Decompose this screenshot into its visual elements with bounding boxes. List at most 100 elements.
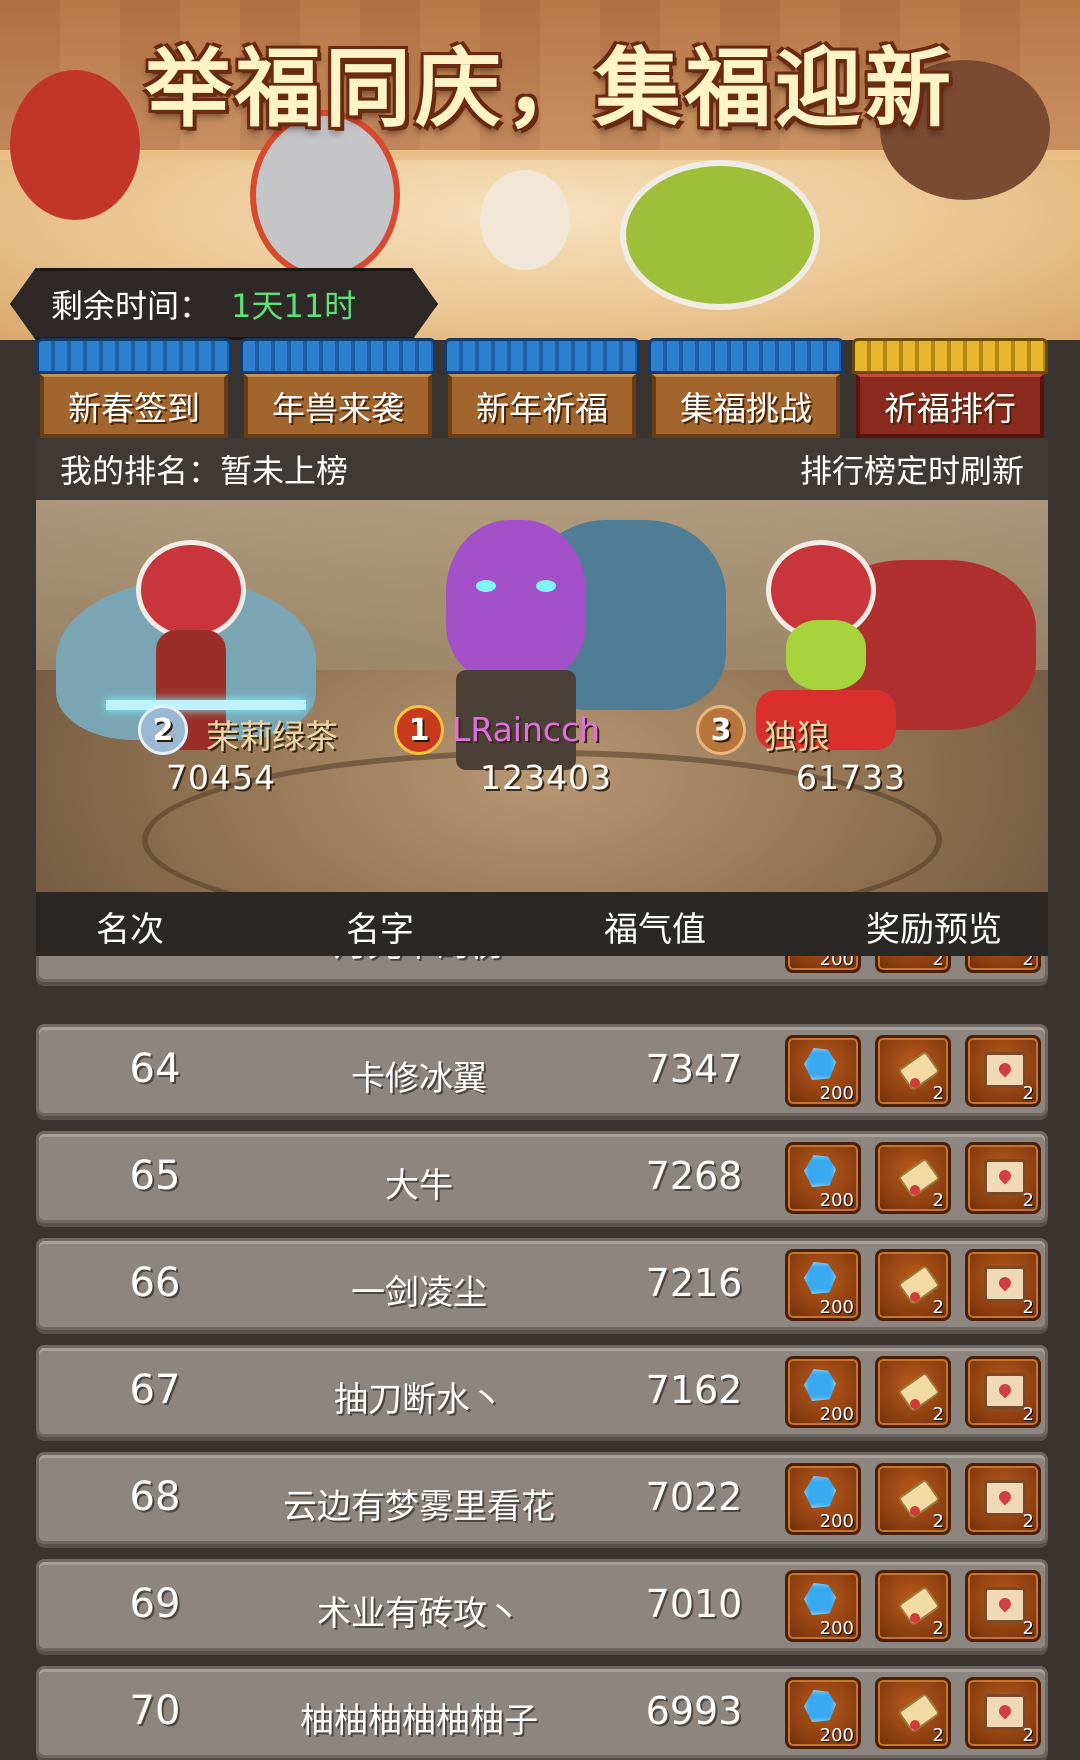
reward-map-slot[interactable]: 2 (965, 1035, 1041, 1107)
reward-count: 200 (819, 1083, 854, 1104)
reward-gem-slot[interactable]: 200 (785, 1463, 861, 1535)
row-player-name: 抽刀断水丶 (334, 1380, 504, 1420)
row-rank: 68 (129, 1474, 181, 1520)
reward-count: 2 (1022, 1083, 1034, 1104)
ranking-row: 63 月光下的伤 7387 200 2 2 (36, 956, 1048, 982)
reward-count: 200 (819, 956, 854, 970)
tab-fortune-challenge[interactable]: 集福挑战 (648, 338, 844, 438)
tab-label: 新年祈福 (448, 374, 636, 438)
ranking-row: 69 术业有砖攻丶 7010 200 2 2 (36, 1559, 1048, 1651)
reward-count: 200 (819, 1190, 854, 1211)
rank1-player-name: LRaincch (452, 710, 601, 749)
ranking-row: 67 抽刀断水丶 7162 200 2 2 (36, 1345, 1048, 1437)
reward-scroll-slot[interactable]: 2 (875, 1570, 951, 1642)
tab-new-year-checkin[interactable]: 新春签到 (36, 338, 232, 438)
reward-gem-slot[interactable]: 200 (785, 1249, 861, 1321)
green-ogre-character-art (620, 160, 820, 310)
reward-gem-slot[interactable]: 200 (785, 1570, 861, 1642)
reward-scroll-slot[interactable]: 2 (875, 1142, 951, 1214)
rank2-medal-icon: 2 (138, 705, 188, 755)
blue-gem-icon (804, 1476, 836, 1508)
tab-nian-beast[interactable]: 年兽来袭 (240, 338, 436, 438)
tab-roof (240, 338, 436, 374)
row-player-name: 大牛 (385, 1166, 453, 1206)
row-score: 7216 (645, 1261, 743, 1305)
reward-count: 2 (932, 1297, 944, 1318)
reward-count: 2 (1022, 1190, 1034, 1211)
reward-scroll-slot[interactable]: 2 (875, 1463, 951, 1535)
reward-count: 2 (1022, 1297, 1034, 1318)
reward-count: 200 (819, 1297, 854, 1318)
reward-count: 2 (932, 1511, 944, 1532)
rank1-crown-icon: 1 (394, 705, 444, 755)
tab-label: 集福挑战 (652, 374, 840, 438)
rank3-player-score: 61733 (796, 758, 906, 797)
reward-count: 200 (819, 1618, 854, 1639)
reward-count: 2 (932, 1618, 944, 1639)
treasure-map-icon (984, 1373, 1026, 1409)
col-header-score: 福气值 (604, 910, 706, 950)
remaining-time-value: 1天11时 (231, 287, 357, 325)
reward-count: 2 (1022, 1511, 1034, 1532)
reward-count: 2 (1022, 1404, 1034, 1425)
blue-gem-icon (804, 1048, 836, 1080)
reward-map-slot[interactable]: 2 (965, 1570, 1041, 1642)
blue-gem-icon (804, 1583, 836, 1615)
red-hood-character-art (10, 70, 140, 220)
reward-gem-slot[interactable]: 200 (785, 1356, 861, 1428)
treasure-map-icon (984, 1266, 1026, 1302)
rank1-player-score: 123403 (480, 758, 612, 797)
ranking-list[interactable]: 63 月光下的伤 7387 200 2 2 64 卡修冰翼 7347 200 2… (36, 956, 1048, 1760)
ranking-row: 64 卡修冰翼 7347 200 2 2 (36, 1024, 1048, 1116)
blue-gem-icon (804, 1369, 836, 1401)
reward-map-slot[interactable]: 2 (965, 1249, 1041, 1321)
reward-gem-slot[interactable]: 200 (785, 1677, 861, 1749)
reward-gem-slot[interactable]: 200 (785, 956, 861, 973)
ranking-row: 65 大牛 7268 200 2 2 (36, 1131, 1048, 1223)
treasure-map-icon (984, 1052, 1026, 1088)
reward-map-slot[interactable]: 2 (965, 1463, 1041, 1535)
rank3-medal-icon: 3 (696, 705, 746, 755)
row-score: 7010 (645, 1582, 743, 1626)
reward-count: 200 (819, 1404, 854, 1425)
tab-roof (444, 338, 640, 374)
rank3-player-name: 独狼 (764, 717, 830, 756)
reward-gem-slot[interactable]: 200 (785, 1142, 861, 1214)
row-player-name: 月光下的伤 (199, 956, 639, 966)
reward-map-slot[interactable]: 2 (965, 956, 1041, 973)
row-rank: 64 (129, 1046, 181, 1092)
blue-gem-icon (804, 1155, 836, 1187)
reward-count: 2 (932, 1083, 944, 1104)
tab-new-year-blessing[interactable]: 新年祈福 (444, 338, 640, 438)
row-rank: 69 (129, 1581, 181, 1627)
event-tabs: 新春签到 年兽来袭 新年祈福 集福挑战 祈福排行 (36, 338, 1048, 438)
row-player-name: 云边有梦雾里看花 (283, 1487, 555, 1527)
tab-blessing-ranking[interactable]: 祈福排行 (852, 338, 1048, 438)
reward-count: 2 (1022, 1725, 1034, 1746)
row-player-name: 一剑凌尘 (351, 1273, 487, 1313)
reward-scroll-slot[interactable]: 2 (875, 956, 951, 973)
reward-scroll-slot[interactable]: 2 (875, 1356, 951, 1428)
reward-scroll-slot[interactable]: 2 (875, 1035, 951, 1107)
horse-mascot-art (480, 170, 570, 270)
reward-map-slot[interactable]: 2 (965, 1356, 1041, 1428)
treasure-map-icon (984, 1159, 1026, 1195)
my-rank-bar: 我的排名：暂未上榜 排行榜定时刷新 (36, 438, 1048, 500)
reward-map-slot[interactable]: 2 (965, 1677, 1041, 1749)
reward-map-slot[interactable]: 2 (965, 1142, 1041, 1214)
tab-roof (36, 338, 232, 374)
col-header-name: 名字 (346, 910, 414, 950)
remaining-time-label: 剩余时间： (51, 287, 212, 325)
rank2-player-name: 茉莉绿茶 (206, 717, 338, 756)
reward-gem-slot[interactable]: 200 (785, 1035, 861, 1107)
tab-label: 年兽来袭 (244, 374, 432, 438)
tab-roof (648, 338, 844, 374)
reward-count: 2 (932, 1404, 944, 1425)
blue-gem-icon (804, 1690, 836, 1722)
reward-scroll-slot[interactable]: 2 (875, 1677, 951, 1749)
col-header-reward: 奖励预览 (866, 910, 1002, 950)
row-score: 7347 (645, 1047, 743, 1091)
reward-scroll-slot[interactable]: 2 (875, 1249, 951, 1321)
treasure-map-icon (984, 1587, 1026, 1623)
rank2-player-score: 70454 (166, 758, 276, 797)
